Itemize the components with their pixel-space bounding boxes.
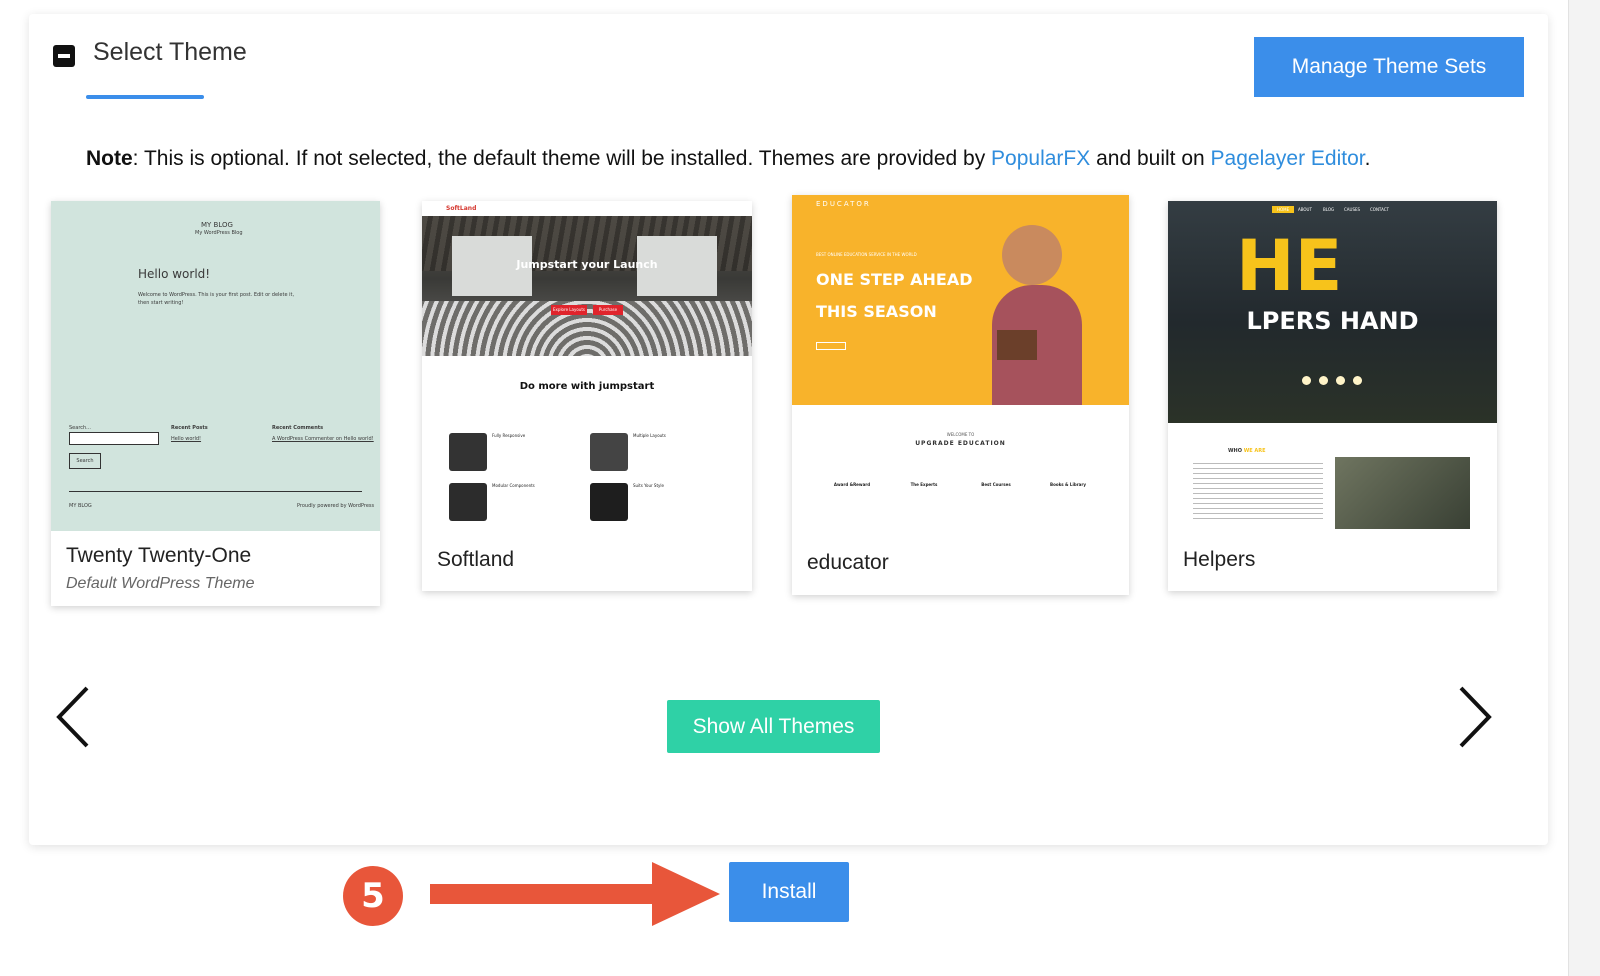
preview-line-1: ONE STEP AHEAD: [816, 270, 973, 289]
preview-footer-right: Proudly powered by WordPress: [297, 503, 375, 509]
preview-hero: HOME ABOUT BLOG CAUSES CONTACT HE LPERS …: [1168, 201, 1497, 423]
annotation-arrow-icon: [430, 862, 720, 926]
preview-section-title: UPGRADE EDUCATION: [915, 440, 1006, 447]
preview-feature-label: Fully Responsive: [492, 433, 526, 438]
preview-who: WHO: [1228, 448, 1242, 454]
preview-feature-label: Award &Reward: [833, 482, 871, 487]
preview-footer-left: MY BLOG: [69, 503, 92, 509]
preview-nav-item: ABOUT: [1298, 207, 1312, 212]
preview-search-button: Search: [69, 453, 101, 469]
preview-hero-image: [422, 216, 752, 356]
preview-tagline: My WordPress Blog: [195, 230, 243, 236]
preview-big-text: HE: [1236, 225, 1343, 307]
preview-section-title: Do more with jumpstart: [519, 381, 655, 392]
preview-explore-button: Explore Layouts: [551, 305, 587, 315]
preview-feature-image: [449, 433, 487, 471]
preview-logo: EDUCATOR: [816, 200, 871, 208]
preview-recent-post-link: Hello world!: [171, 436, 202, 442]
popularfx-link[interactable]: PopularFX: [991, 147, 1090, 170]
preview-feature-label: Suits Your Style: [633, 483, 664, 488]
section-title: Select Theme: [93, 38, 247, 66]
preview-line-2: THIS SEASON: [816, 302, 937, 321]
preview-recent-posts: Recent Posts: [171, 425, 208, 431]
preview-feature-label: Modular Components: [492, 483, 535, 488]
collapse-icon[interactable]: [53, 45, 75, 67]
preview-who-we-are: WHO WE ARE: [1228, 448, 1266, 454]
theme-card-helpers[interactable]: HOME ABOUT BLOG CAUSES CONTACT HE LPERS …: [1168, 201, 1497, 591]
theme-card-educator[interactable]: EDUCATOR BEST ONLINE EDUCATION SERVICE I…: [792, 195, 1129, 595]
note-text-2: and built on: [1090, 147, 1211, 170]
theme-subtitle: Default WordPress Theme: [66, 575, 255, 592]
preview-dot: [1302, 376, 1311, 385]
theme-preview: HOME ABOUT BLOG CAUSES CONTACT HE LPERS …: [1168, 201, 1497, 531]
preview-person-head: [1002, 225, 1062, 285]
manage-theme-sets-button[interactable]: Manage Theme Sets: [1254, 37, 1524, 97]
preview-read-more: [816, 342, 846, 350]
preview-feature-label: Best Courses: [981, 482, 1011, 487]
preview-feature-image: [590, 433, 628, 471]
theme-name: Twenty Twenty-One: [66, 544, 252, 567]
theme-preview: EDUCATOR BEST ONLINE EDUCATION SERVICE I…: [792, 195, 1129, 532]
theme-name: Softland: [437, 548, 515, 571]
preview-headline: LPERS HAND: [1246, 307, 1419, 335]
preview-feature-image: [590, 483, 628, 521]
preview-post-text: Welcome to WordPress. This is your first…: [138, 292, 295, 306]
preview-search-label: Search...: [69, 425, 91, 431]
preview-welcome: WELCOME TO: [946, 432, 975, 437]
theme-card-softland[interactable]: SoftLand Jumpstart your Launch Explore L…: [422, 201, 752, 591]
note-text-3: .: [1364, 147, 1371, 170]
theme-name: educator: [807, 551, 889, 574]
preview-hero-title: Jumpstart your Launch: [516, 258, 658, 271]
preview-search-box: [69, 432, 159, 445]
theme-card-twenty-twenty-one[interactable]: MY BLOG My WordPress Blog Hello world! W…: [51, 201, 380, 606]
note-text: Note: This is optional. If not selected,…: [86, 147, 1370, 171]
preview-feature-image: [449, 483, 487, 521]
theme-preview: SoftLand Jumpstart your Launch Explore L…: [422, 201, 752, 531]
preview-kicker: BEST ONLINE EDUCATION SERVICE IN THE WOR…: [816, 252, 917, 257]
preview-hero: EDUCATOR BEST ONLINE EDUCATION SERVICE I…: [792, 195, 1129, 405]
note-text-1: : This is optional. If not selected, the…: [132, 147, 992, 170]
preview-recent-comments: Recent Comments: [272, 425, 324, 431]
preview-comment: A WordPress Commenter on Hello world!: [272, 436, 374, 442]
preview-dot: [1319, 376, 1328, 385]
install-button[interactable]: Install: [729, 862, 849, 922]
preview-feature-label: Books & Library: [1050, 482, 1086, 487]
preview-body-text: [1193, 463, 1323, 523]
preview-we-are: WE ARE: [1243, 448, 1266, 454]
preview-nav-item: HOME: [1272, 206, 1295, 213]
preview-dot: [1336, 376, 1345, 385]
preview-nav-item: CAUSES: [1344, 207, 1361, 212]
title-underline: [86, 95, 204, 99]
preview-feature-label: The Experts: [910, 482, 938, 487]
preview-site-title: MY BLOG: [201, 221, 233, 229]
preview-feature-label: Multiple Layouts: [633, 433, 666, 438]
show-all-themes-button[interactable]: Show All Themes: [667, 700, 880, 753]
preview-books: [997, 330, 1037, 360]
theme-preview: MY BLOG My WordPress Blog Hello world! W…: [51, 201, 380, 531]
theme-name: Helpers: [1183, 548, 1256, 571]
note-label: Note: [86, 147, 133, 170]
preview-nav-item: CONTACT: [1370, 207, 1389, 212]
preview-post-title: Hello world!: [138, 267, 211, 281]
previous-arrow-icon[interactable]: [51, 682, 101, 752]
preview-logo: SoftLand: [446, 205, 477, 212]
preview-dot: [1353, 376, 1362, 385]
pagelayer-link[interactable]: Pagelayer Editor: [1211, 147, 1365, 170]
preview-purchase-button: Purchase: [593, 305, 623, 315]
preview-photo: [1335, 457, 1470, 529]
page-scrollbar[interactable]: [1568, 0, 1600, 976]
preview-nav-item: BLOG: [1323, 207, 1335, 212]
step-number-badge: 5: [343, 866, 403, 926]
next-arrow-icon[interactable]: [1449, 682, 1499, 752]
select-theme-panel: Select Theme Manage Theme Sets Note: Thi…: [29, 14, 1548, 845]
preview-divider: [69, 491, 362, 492]
